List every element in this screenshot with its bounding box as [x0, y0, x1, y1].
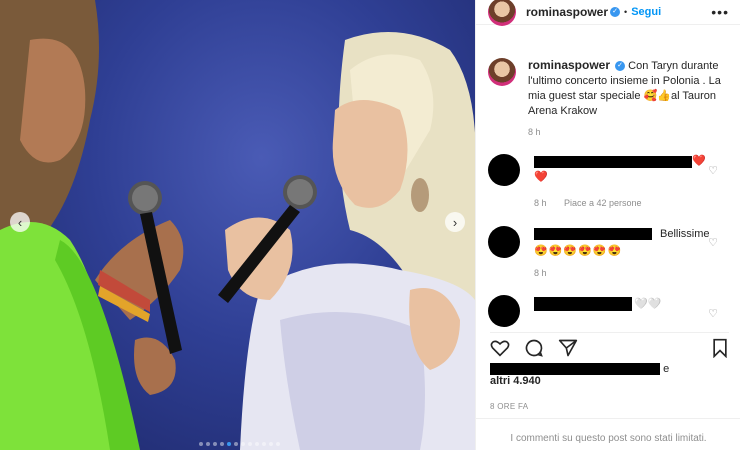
carousel-dot: [220, 442, 224, 446]
post-side-panel: rominaspower ✓ • Segui ••• rominaspower …: [475, 0, 740, 450]
likes-summary: e altri 4.940: [490, 363, 669, 387]
caption-author-avatar[interactable]: [488, 58, 516, 86]
commenter-avatar[interactable]: [488, 154, 520, 186]
verified-badge-icon: ✓: [610, 7, 621, 17]
comment-likes-count[interactable]: Piace a 42 persone: [564, 198, 642, 208]
likes-conjunction: e: [663, 363, 670, 375]
comment-time[interactable]: 8 h: [534, 198, 547, 208]
heart-icon[interactable]: ♡: [708, 307, 718, 320]
commenter-avatar[interactable]: [488, 295, 520, 327]
comment-text: Bellissime: [660, 228, 710, 240]
comment-emoji: 😍😍😍😍😍😍: [534, 245, 623, 257]
separator-dot: •: [624, 7, 628, 17]
concert-photo-illustration: [0, 0, 475, 450]
carousel-dot: [276, 442, 280, 446]
carousel-indicator: [199, 442, 280, 446]
caption-time[interactable]: 8 h: [528, 127, 728, 137]
commenter-avatar[interactable]: [488, 226, 520, 258]
more-options-button[interactable]: •••: [711, 4, 729, 20]
post-caption: rominaspower ✓ Con Taryn durante l'ultim…: [488, 58, 728, 137]
carousel-next-button[interactable]: ›: [445, 212, 465, 232]
carousel-dot: [199, 442, 203, 446]
comment-icon[interactable]: [524, 338, 544, 363]
follow-button[interactable]: Segui: [631, 6, 661, 18]
post-photo[interactable]: ‹ ›: [0, 0, 475, 450]
verified-badge-icon: ✓: [615, 61, 626, 72]
caption-author-username[interactable]: rominaspower: [528, 58, 610, 72]
comment-trail-emoji: ❤️: [692, 155, 706, 167]
comment-item: Bellissime 😍😍😍😍😍😍 ♡ 8 h: [488, 226, 728, 286]
likes-others-count[interactable]: altri 4.940: [490, 375, 669, 387]
comment-item: 🤍🤍 ♡: [488, 295, 728, 329]
share-icon[interactable]: [558, 338, 578, 363]
carousel-dot: [248, 442, 252, 446]
chevron-right-icon: ›: [452, 214, 458, 230]
carousel-dot: [213, 442, 217, 446]
comment-emoji: ❤️: [534, 171, 549, 183]
carousel-prev-button[interactable]: ‹: [10, 212, 30, 232]
post-header: rominaspower ✓ • Segui •••: [476, 0, 740, 26]
carousel-dot: [227, 442, 231, 446]
carousel-dot: [255, 442, 259, 446]
redacted-username: [534, 228, 652, 240]
post-action-bar: [490, 332, 729, 363]
bookmark-icon[interactable]: [711, 338, 729, 363]
redacted-comment: [534, 156, 692, 168]
carousel-dot: [241, 442, 245, 446]
comment-time[interactable]: 8 h: [534, 268, 547, 278]
chevron-left-icon: ‹: [17, 214, 23, 230]
carousel-dot: [234, 442, 238, 446]
redacted-comment: [534, 297, 632, 311]
carousel-dot: [262, 442, 266, 446]
carousel-dot: [269, 442, 273, 446]
comment-trail-emoji: 🤍🤍: [634, 298, 662, 310]
post-date[interactable]: 8 ORE FA: [490, 402, 528, 411]
heart-icon[interactable]: ♡: [708, 164, 718, 177]
author-username[interactable]: rominaspower: [526, 5, 608, 19]
author-avatar[interactable]: [488, 0, 516, 26]
comment-item: ❤️ ❤️ ♡ 8 h Piace a 42 persone: [488, 154, 728, 214]
carousel-dot: [206, 442, 210, 446]
instagram-post-view: ‹ › rominaspower ✓ • Segui ••• rominaspo…: [0, 0, 740, 450]
redacted-liker: [490, 363, 660, 376]
heart-icon[interactable]: [490, 339, 510, 362]
heart-icon[interactable]: ♡: [708, 236, 718, 249]
comments-limited-notice: I commenti su questo post sono stati lim…: [476, 418, 740, 444]
